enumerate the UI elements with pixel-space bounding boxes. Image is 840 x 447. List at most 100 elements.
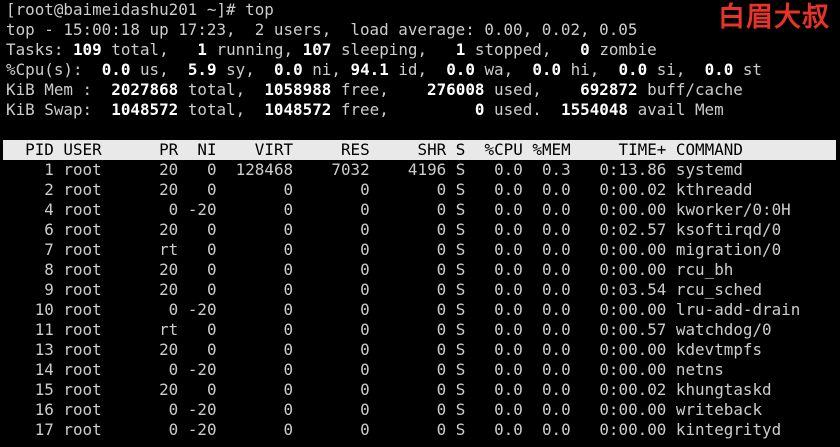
cell-res: 0 bbox=[302, 360, 370, 379]
column-header-ni: NI bbox=[187, 140, 217, 159]
cell-user: root bbox=[63, 360, 140, 379]
cell-command: writeback bbox=[675, 400, 763, 419]
cell-command: kthreadd bbox=[675, 180, 753, 199]
cell-res: 0 bbox=[302, 180, 370, 199]
cell-state: S bbox=[455, 340, 466, 359]
cell-pr: 20 bbox=[149, 180, 179, 199]
cell-cpu: 0.0 bbox=[474, 260, 523, 279]
cell-virt: 0 bbox=[226, 300, 294, 319]
cell-cpu: 0.0 bbox=[474, 160, 523, 179]
cell-virt: 0 bbox=[226, 360, 294, 379]
table-row: 15 root 20 0 0 0 0 S 0.0 0.0 0:00.02 khu… bbox=[6, 380, 836, 400]
cell-virt: 0 bbox=[226, 340, 294, 359]
swap-used: 0 bbox=[474, 100, 485, 119]
cell-virt: 128468 bbox=[226, 160, 294, 179]
cell-pr: 20 bbox=[149, 280, 179, 299]
cell-state: S bbox=[455, 220, 466, 239]
cell-cpu: 0.0 bbox=[474, 220, 523, 239]
cell-cpu: 0.0 bbox=[474, 340, 523, 359]
cell-mem: 0.0 bbox=[532, 380, 571, 399]
cell-shr: 0 bbox=[379, 360, 447, 379]
swap-free: 1048572 bbox=[264, 100, 332, 119]
cell-res: 0 bbox=[302, 380, 370, 399]
cell-state: S bbox=[455, 360, 466, 379]
cell-command: rcu_bh bbox=[675, 260, 734, 279]
cell-res: 7032 bbox=[302, 160, 370, 179]
table-row: 13 root 20 0 0 0 0 S 0.0 0.0 0:00.00 kde… bbox=[6, 340, 836, 360]
cell-cpu: 0.0 bbox=[474, 380, 523, 399]
cell-pid: 7 bbox=[6, 240, 54, 259]
cell-shr: 0 bbox=[379, 340, 447, 359]
cell-user: root bbox=[63, 180, 140, 199]
cell-state: S bbox=[455, 260, 466, 279]
cell-ni: -20 bbox=[187, 300, 217, 319]
cell-shr: 4196 bbox=[379, 160, 447, 179]
cpu-sy: 5.9 bbox=[187, 60, 217, 79]
table-row: 6 root 20 0 0 0 0 S 0.0 0.0 0:02.57 ksof… bbox=[6, 220, 836, 240]
cell-pid: 14 bbox=[6, 360, 54, 379]
cell-mem: 0.0 bbox=[532, 340, 571, 359]
table-row: 8 root 20 0 0 0 0 S 0.0 0.0 0:00.00 rcu_… bbox=[6, 260, 836, 280]
cell-cpu: 0.0 bbox=[474, 360, 523, 379]
cell-cpu: 0.0 bbox=[474, 280, 523, 299]
shell-prompt: [root@baimeidashu201 ~]# top bbox=[6, 0, 274, 19]
cell-mem: 0.0 bbox=[532, 240, 571, 259]
mem-total: 2027868 bbox=[111, 80, 179, 99]
column-header-res: RES bbox=[302, 140, 370, 159]
cell-cpu: 0.0 bbox=[474, 400, 523, 419]
cell-pr: 0 bbox=[149, 420, 179, 439]
cell-shr: 0 bbox=[379, 280, 447, 299]
terminal-window[interactable]: [root@baimeidashu201 ~]# top top - 15:00… bbox=[3, 0, 836, 440]
cell-pid: 13 bbox=[6, 340, 54, 359]
cell-mem: 0.0 bbox=[532, 280, 571, 299]
cell-user: root bbox=[63, 420, 140, 439]
cpu-id: 94.1 bbox=[350, 60, 389, 79]
cell-virt: 0 bbox=[226, 380, 294, 399]
cell-state: S bbox=[455, 160, 466, 179]
column-header-pr: PR bbox=[149, 140, 179, 159]
cell-pid: 2 bbox=[6, 180, 54, 199]
cell-command: netns bbox=[675, 360, 724, 379]
cell-pid: 4 bbox=[6, 200, 54, 219]
table-row: 14 root 0 -20 0 0 0 S 0.0 0.0 0:00.00 ne… bbox=[6, 360, 836, 380]
cell-time: 0:00.00 bbox=[580, 360, 667, 379]
tasks-running: 1 bbox=[197, 40, 207, 59]
cell-mem: 0.0 bbox=[532, 260, 571, 279]
cell-virt: 0 bbox=[226, 320, 294, 339]
cell-res: 0 bbox=[302, 320, 370, 339]
cell-shr: 0 bbox=[379, 220, 447, 239]
column-header-state: S bbox=[455, 140, 466, 159]
cell-pid: 16 bbox=[6, 400, 54, 419]
cell-virt: 0 bbox=[226, 420, 294, 439]
cell-shr: 0 bbox=[379, 200, 447, 219]
cell-pr: 20 bbox=[149, 260, 179, 279]
cell-pid: 1 bbox=[6, 160, 54, 179]
cell-command: kdevtmpfs bbox=[675, 340, 763, 359]
cell-pr: 20 bbox=[149, 220, 179, 239]
process-table: 1 root 20 0 128468 7032 4196 S 0.0 0.3 0… bbox=[6, 160, 836, 440]
cell-ni: 0 bbox=[187, 340, 217, 359]
cpu-ni: 0.0 bbox=[273, 60, 303, 79]
cell-virt: 0 bbox=[226, 280, 294, 299]
cell-ni: 0 bbox=[187, 160, 217, 179]
cell-pr: 0 bbox=[149, 360, 179, 379]
cell-time: 0:00.02 bbox=[580, 380, 667, 399]
cell-command: lru-add-drain bbox=[675, 300, 801, 319]
cell-shr: 0 bbox=[379, 260, 447, 279]
cell-ni: -20 bbox=[187, 360, 217, 379]
cell-res: 0 bbox=[302, 240, 370, 259]
cell-cpu: 0.0 bbox=[474, 200, 523, 219]
cell-time: 0:00.00 bbox=[580, 200, 667, 219]
mem-buff-cache: 692872 bbox=[580, 80, 638, 99]
cell-state: S bbox=[455, 320, 466, 339]
column-header-user: USER bbox=[63, 140, 140, 159]
cell-pid: 17 bbox=[6, 420, 54, 439]
cpu-st: 0.0 bbox=[704, 60, 734, 79]
cell-virt: 0 bbox=[226, 240, 294, 259]
cell-state: S bbox=[455, 420, 466, 439]
cell-shr: 0 bbox=[379, 400, 447, 419]
table-row: 1 root 20 0 128468 7032 4196 S 0.0 0.3 0… bbox=[6, 160, 836, 180]
cell-cpu: 0.0 bbox=[474, 320, 523, 339]
tasks-sleeping: 107 bbox=[302, 40, 332, 59]
cell-state: S bbox=[455, 300, 466, 319]
